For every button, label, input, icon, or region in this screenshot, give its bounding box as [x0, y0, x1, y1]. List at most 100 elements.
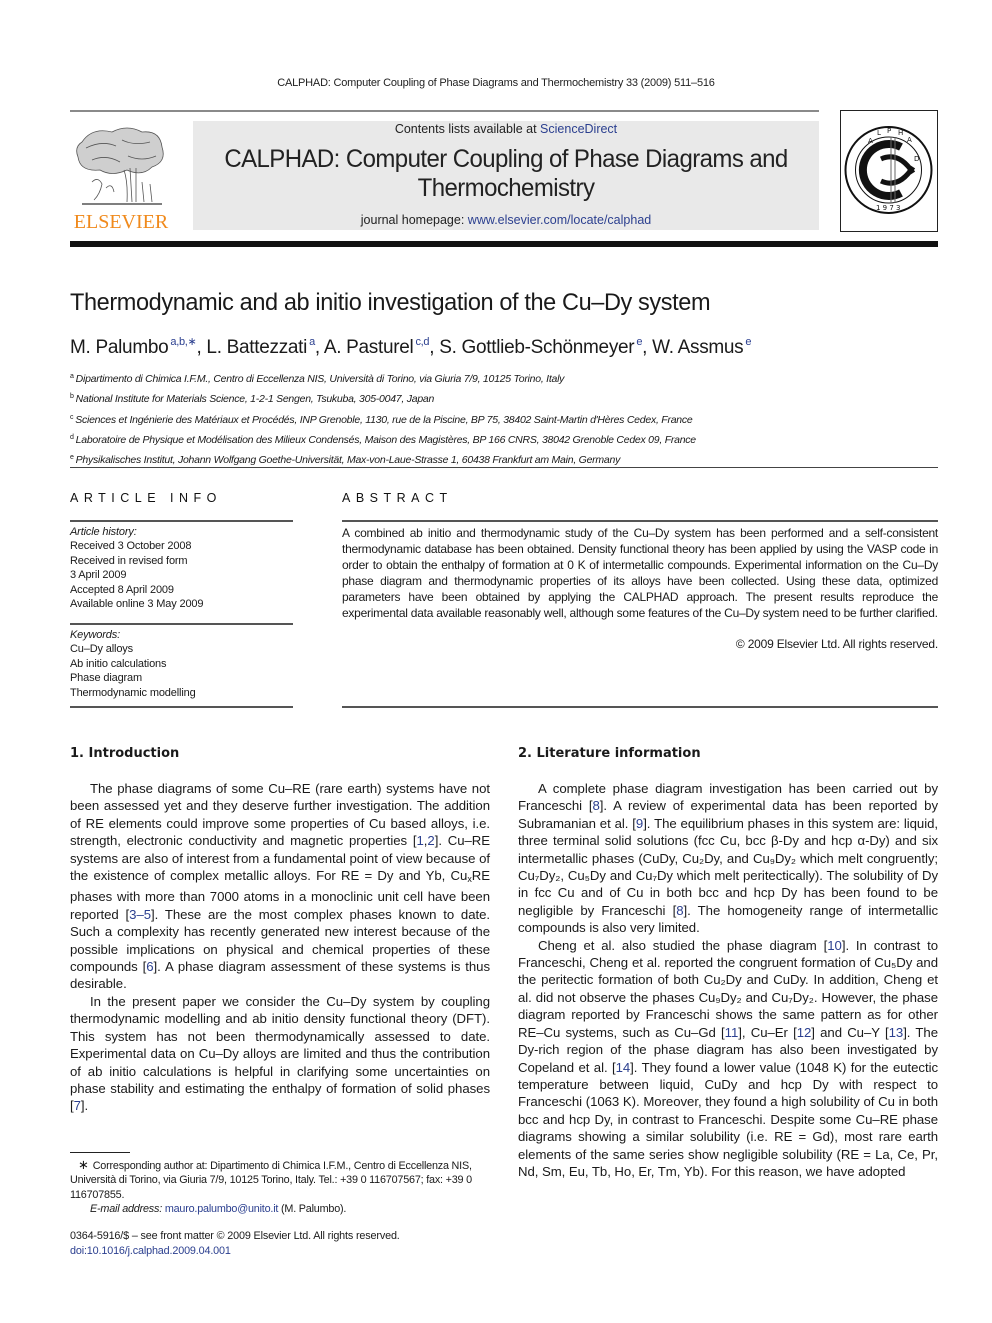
affiliation-text: National Institute for Materials Science… [75, 393, 435, 406]
affiliation-key: c [70, 413, 74, 421]
history-item: Received 3 October 2008 [70, 540, 192, 553]
header-rule [70, 110, 819, 112]
introduction-body: The phase diagrams of some Cu–RE (rare e… [70, 780, 490, 1115]
article-title: Thermodynamic and ab initio investigatio… [70, 289, 711, 316]
text-run: ]. [80, 1098, 89, 1114]
text-run: ]. They found a lower value (1048 K) for… [518, 1059, 938, 1179]
abstract-rule [342, 520, 938, 522]
abstract-rule [342, 706, 938, 708]
keywords: Keywords: Cu–Dy alloys Ab initio calcula… [70, 628, 196, 700]
affiliations: a Dipartimento di Chimica I.F.M., Centro … [70, 368, 696, 469]
author-name: L. Battezzati [206, 337, 308, 358]
author-name: A. Pasturel [323, 337, 414, 358]
email-link[interactable]: mauro.palumbo@unito.it [165, 1203, 279, 1215]
affiliation-item: c Sciences et Ingénierie des Matériaux et… [70, 409, 696, 429]
keyword-item: Cu–Dy alloys [70, 643, 134, 656]
citation-link[interactable]: 7 [74, 1098, 81, 1113]
svg-text:A: A [907, 136, 912, 144]
citation-link[interactable]: 8 [592, 798, 599, 813]
journal-title-line1: CALPHAD: Computer Coupling of Phase Diag… [224, 145, 788, 173]
affiliation-item: d Laboratoire de Physique et Modélisation… [70, 429, 696, 449]
svg-text:1 9 7 3: 1 9 7 3 [876, 204, 901, 212]
author-affil-ref[interactable]: a,b,∗ [170, 336, 196, 348]
article-history: Article history: Received 3 October 2008… [70, 525, 203, 611]
text-run: ], Cu–Er [ [738, 1024, 797, 1040]
literature-body: A complete phase diagram investigation h… [518, 780, 938, 1180]
contents-line: Contents lists available at ScienceDirec… [193, 122, 819, 136]
affiliations-rule [70, 467, 938, 468]
author-affil-ref[interactable]: c,d [415, 336, 429, 348]
journal-title: CALPHAD: Computer Coupling of Phase Diag… [206, 145, 807, 203]
history-item: Available online 3 May 2009 [70, 598, 204, 611]
citation-link[interactable]: 14 [616, 1060, 631, 1075]
homepage-link[interactable]: www.elsevier.com/locate/calphad [468, 213, 651, 227]
paragraph: The phase diagrams of some Cu–RE (rare e… [70, 780, 490, 993]
history-item: 3 April 2009 [70, 569, 127, 582]
citation-link[interactable]: 11 [725, 1025, 739, 1040]
citation-link[interactable]: 3–5 [129, 907, 151, 922]
footnote-body: Corresponding author at: Dipartimento di… [70, 1160, 472, 1201]
issn-line: 0364-5916/$ – see front matter © 2009 El… [70, 1230, 400, 1242]
footnote-email: E-mail address: mauro.palumbo@unito.it (… [70, 1202, 490, 1216]
text-run: In the present paper we consider the Cu–… [70, 993, 490, 1114]
affiliation-key: e [70, 454, 74, 462]
author-name: M. Palumbo [70, 337, 169, 358]
footnote-star: ∗ [78, 1157, 89, 1172]
author-name: S. Gottlieb-Schönmeyer [439, 337, 635, 358]
author-affil-ref[interactable]: e [636, 336, 642, 348]
contents-prefix: Contents lists available at [394, 122, 541, 136]
citation-link[interactable]: 2 [427, 833, 434, 848]
footnote-text: ∗ Corresponding author at: Dipartimento d… [70, 1157, 490, 1202]
journal-title-line2: Thermochemistry [417, 174, 595, 202]
masthead-rule [70, 241, 938, 247]
history-item: Received in revised form [70, 554, 188, 567]
author-name: W. Assmus [652, 337, 744, 358]
keyword-item: Phase diagram [70, 672, 143, 685]
paragraph: Cheng et al. also studied the phase diag… [518, 937, 938, 1181]
paragraph: A complete phase diagram investigation h… [518, 780, 938, 937]
citation-link[interactable]: 6 [146, 959, 153, 974]
author-list: M. Palumbo a,b,∗, L. Battezzati a, A. Past… [70, 336, 752, 358]
affiliation-key: d [70, 433, 74, 441]
keyword-item: Thermodynamic modelling [70, 686, 196, 699]
article-info-rule [70, 706, 293, 708]
homepage-prefix: journal homepage: [360, 213, 468, 227]
affiliation-text: Laboratoire de Physique et Modélisation … [75, 433, 696, 446]
svg-text:A: A [868, 137, 873, 145]
citation-link[interactable]: 10 [827, 938, 842, 953]
svg-text:D: D [914, 155, 919, 163]
footnote-rule [70, 1152, 130, 1153]
doi-link[interactable]: doi:10.1016/j.calphad.2009.04.001 [70, 1244, 400, 1259]
affiliation-key: a [70, 373, 74, 380]
svg-text:P: P [887, 127, 891, 135]
author-affil-ref[interactable]: a [309, 336, 315, 348]
author-affil-ref[interactable]: e [745, 336, 751, 348]
affiliation-text: Dipartimento di Chimica I.F.M., Centro d… [75, 373, 565, 385]
keyword-item: Ab initio calculations [70, 657, 167, 670]
history-item: Accepted 8 April 2009 [70, 583, 174, 596]
elsevier-tree-logo-icon [72, 122, 168, 210]
sciencedirect-link[interactable]: ScienceDirect [540, 122, 617, 136]
svg-text:H: H [898, 129, 903, 137]
affiliation-text: Physikalisches Institut, Johann Wolfgang… [75, 454, 621, 467]
paragraph: In the present paper we consider the Cu–… [70, 993, 490, 1115]
text-run: Cheng et al. also studied the phase diag… [538, 937, 828, 953]
article-info-rule [70, 520, 293, 522]
abstract-text: A combined ab initio and thermodynamic s… [342, 526, 938, 620]
article-history-label: Article history: [70, 526, 137, 538]
front-matter: 0364-5916/$ – see front matter © 2009 El… [70, 1229, 400, 1259]
citation-link[interactable]: 8 [676, 903, 683, 918]
abstract-heading: ABSTRACT [342, 491, 453, 505]
text-run: ] and Cu–Y [ [811, 1024, 889, 1040]
citation-link[interactable]: 12 [797, 1025, 812, 1040]
email-suffix: (M. Palumbo). [278, 1203, 347, 1216]
email-label: E-mail address: [90, 1203, 165, 1216]
corresponding-author-footnote: ∗ Corresponding author at: Dipartimento d… [70, 1157, 490, 1217]
affiliation-text: Sciences et Ingénierie des Matériaux et … [75, 413, 693, 426]
calphad-society-logo-icon: C A L P H A D 1 9 7 3 [840, 110, 938, 232]
citation-link[interactable]: 13 [889, 1025, 904, 1040]
article-info-heading: ARTICLE INFO [70, 491, 222, 505]
journal-homepage: journal homepage: www.elsevier.com/locat… [193, 213, 819, 227]
citation-link[interactable]: 1 [417, 833, 424, 848]
section-heading-literature: 2. Literature information [518, 746, 701, 761]
